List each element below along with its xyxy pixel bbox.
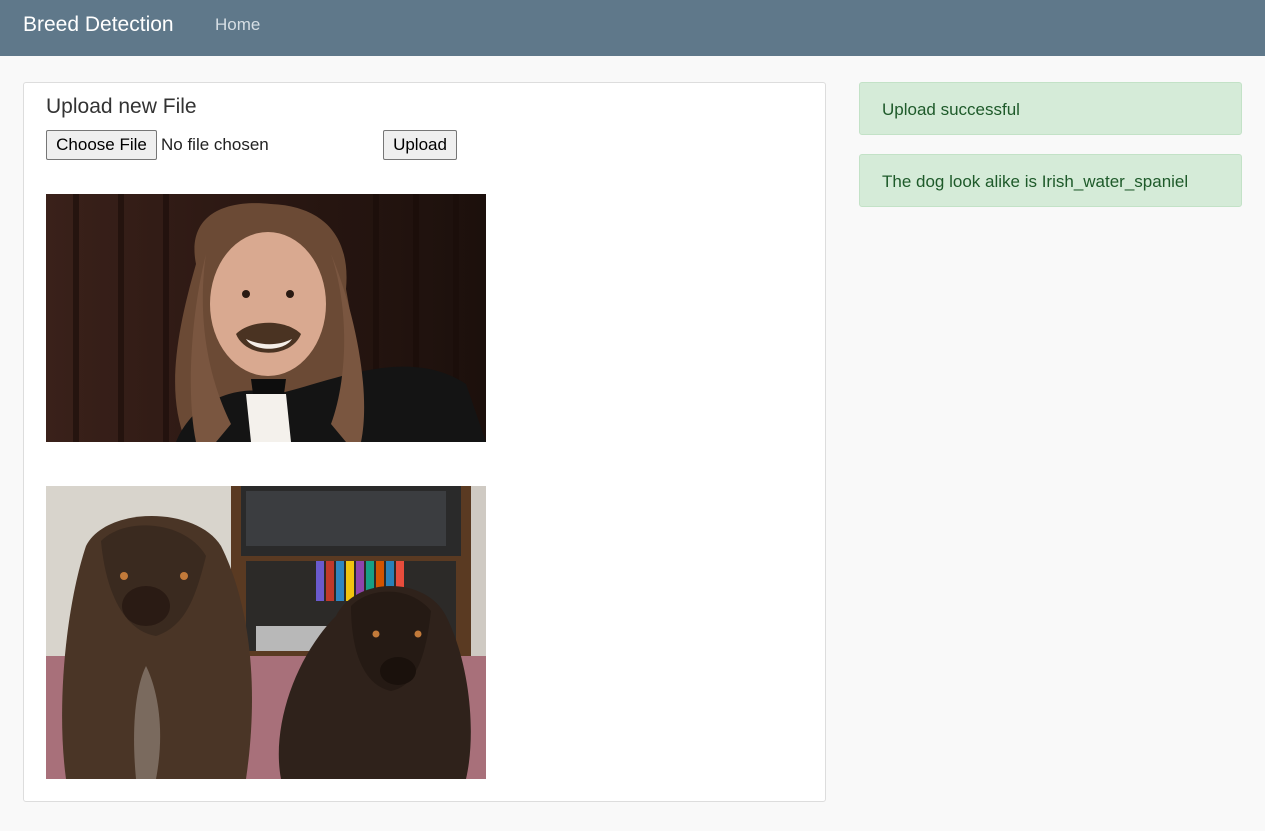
uploaded-person-image: [46, 194, 486, 442]
brand-link[interactable]: Breed Detection: [23, 12, 174, 38]
navbar: Breed Detection Home: [0, 0, 1265, 56]
choose-file-button[interactable]: Choose File: [46, 130, 157, 160]
nav-link-home[interactable]: Home: [215, 15, 260, 35]
alert-text: Upload successful: [882, 100, 1020, 119]
matched-dog-image: [46, 486, 486, 779]
alert-text: The dog look alike is Irish_water_spanie…: [882, 172, 1189, 191]
upload-success-alert: Upload successful: [859, 82, 1242, 135]
upload-panel: Upload new File Choose File No file chos…: [23, 82, 826, 802]
upload-button[interactable]: Upload: [383, 130, 457, 160]
file-status-text: No file chosen: [161, 135, 269, 154]
upload-title: Upload new File: [46, 95, 197, 118]
breed-result-alert: The dog look alike is Irish_water_spanie…: [859, 154, 1242, 207]
